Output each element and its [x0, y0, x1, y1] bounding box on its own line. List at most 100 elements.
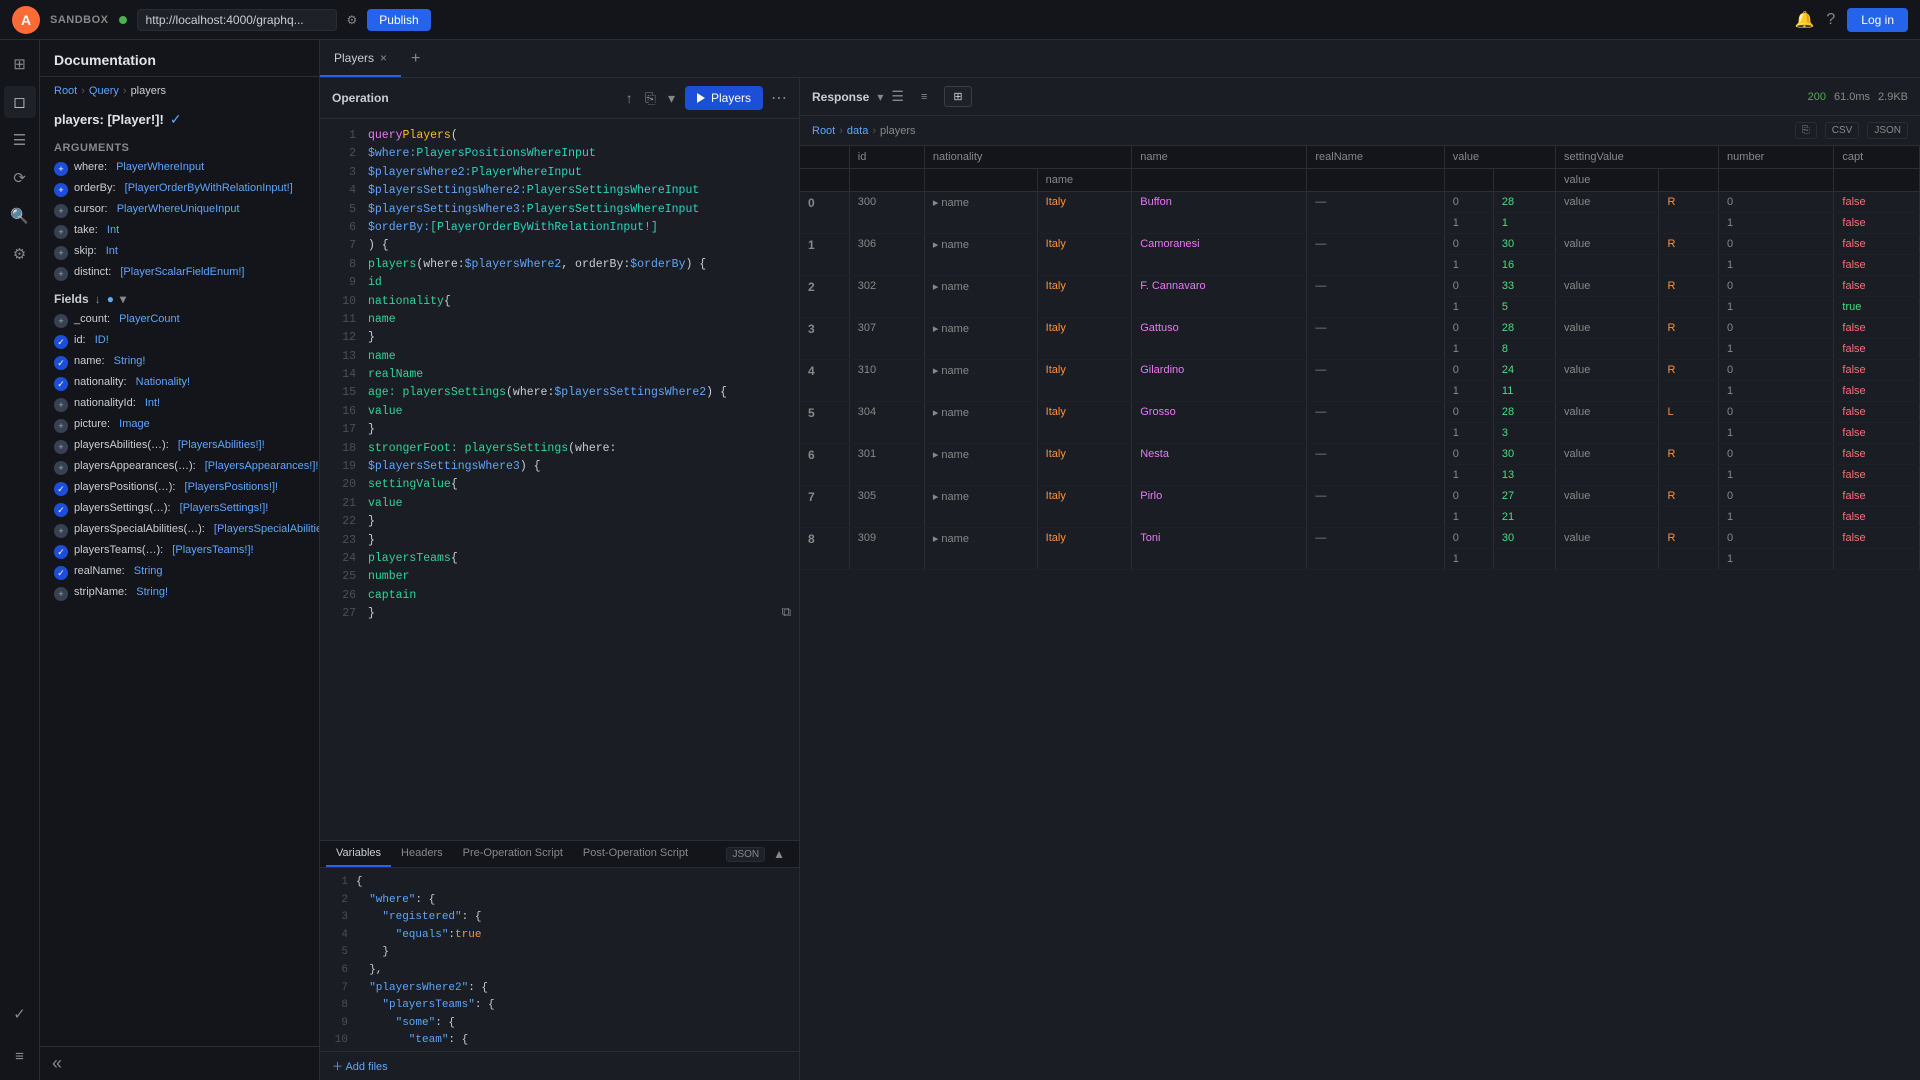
help-icon[interactable]: ? — [1826, 11, 1835, 29]
share-icon[interactable]: ↑ — [624, 88, 635, 108]
cell-name: Gattuso — [1132, 318, 1307, 360]
field-stripname: + stripName: String! — [40, 583, 319, 604]
sidebar-bottom2-btn[interactable]: ≡ — [4, 1040, 36, 1072]
cell-capt: false — [1834, 192, 1920, 213]
response-status-code: 200 — [1808, 91, 1826, 103]
cell-realname: — — [1307, 234, 1444, 276]
url-input[interactable] — [137, 9, 337, 31]
sidebar-collections-btn[interactable]: ☰ — [4, 124, 36, 156]
cell-number: 1 — [1719, 381, 1834, 402]
cell-nat-expand[interactable]: ▸ name — [924, 234, 1037, 276]
cell-row-idx: 1 — [800, 234, 849, 276]
col-header-index — [800, 146, 849, 169]
response-filter-icon[interactable]: ☰ — [891, 88, 904, 105]
tab-add-btn[interactable]: + — [401, 50, 430, 68]
tab-players[interactable]: Players × — [320, 40, 401, 77]
field-playersteams: ✓ playersTeams(…): [PlayersTeams!]! — [40, 541, 319, 562]
chevron-icon[interactable]: ▾ — [120, 292, 126, 306]
col-header-sf-settingvalue: settingValue — [1556, 146, 1719, 169]
cell-age-val: 30 — [1493, 234, 1555, 255]
arg-icon-orderby: + — [54, 183, 68, 197]
run-query-button[interactable]: Players — [685, 86, 763, 110]
cell-sf-extra — [1659, 423, 1719, 444]
tab-headers[interactable]: Headers — [391, 841, 453, 867]
resp-bc-root[interactable]: Root — [812, 125, 835, 137]
cell-number: 1 — [1719, 339, 1834, 360]
connection-status-dot — [119, 16, 127, 24]
tab-variables[interactable]: Variables — [326, 841, 391, 867]
expand-vars-icon[interactable]: ▲ — [765, 843, 793, 865]
response-list-view-btn[interactable]: ≡ — [912, 87, 936, 107]
tab-pre-op-script[interactable]: Pre-Operation Script — [453, 841, 573, 867]
resp-bc-data[interactable]: data — [847, 125, 868, 137]
sidebar-home-btn[interactable]: ⊞ — [4, 48, 36, 80]
cell-capt: false — [1834, 339, 1920, 360]
cell-nat-expand[interactable]: ▸ name — [924, 402, 1037, 444]
cell-nat-name: Italy — [1037, 444, 1132, 486]
cell-nat-expand[interactable]: ▸ name — [924, 444, 1037, 486]
field-icon-playersappearances: + — [54, 461, 68, 475]
cell-age-num: 0 — [1444, 486, 1493, 507]
cell-nat-expand[interactable]: ▸ name — [924, 360, 1037, 402]
cell-age-num: 0 — [1444, 234, 1493, 255]
sidebar-search-btn[interactable]: 🔍 — [4, 200, 36, 232]
sidebar-check-btn[interactable]: ✓ — [4, 998, 36, 1030]
table-row: 8309▸ nameItalyToni—030valueR0false — [800, 528, 1920, 549]
tab-post-op-script[interactable]: Post-Operation Script — [573, 841, 698, 867]
response-table-view-btn[interactable]: ⊞ — [944, 86, 971, 107]
copy-response-btn[interactable]: ⎘ — [1795, 122, 1817, 139]
tab-players-close[interactable]: × — [380, 51, 387, 65]
cell-nat-expand[interactable]: ▸ name — [924, 528, 1037, 570]
code-editor[interactable]: 1 query Players( 2 $where: PlayersPositi… — [320, 119, 799, 840]
arg-where: + where: PlayerWhereInput — [40, 158, 319, 179]
query-area: Operation ↑ ⎘ ▾ Players ⋯ 1 — [320, 78, 1920, 1080]
sidebar-query-btn[interactable]: ◻ — [4, 86, 36, 118]
copy-code-icon[interactable]: ⎘ — [643, 88, 658, 109]
breadcrumb-root[interactable]: Root — [54, 85, 77, 97]
json-export-btn[interactable]: JSON — [1867, 122, 1908, 139]
cell-age-val: 16 — [1493, 255, 1555, 276]
cell-nat-expand[interactable]: ▸ name — [924, 192, 1037, 234]
login-button[interactable]: Log in — [1847, 8, 1908, 32]
sidebar-collapse-btn[interactable]: « — [52, 1053, 62, 1074]
cell-sf-val: value — [1556, 402, 1659, 423]
col-subheader-age-val2 — [1493, 169, 1555, 192]
cell-nat-expand[interactable]: ▸ name — [924, 318, 1037, 360]
chevron-down-icon[interactable]: ▾ — [666, 88, 677, 109]
filter-icon[interactable]: ● — [107, 292, 114, 306]
cell-nat-expand[interactable]: ▸ name — [924, 276, 1037, 318]
response-chevron[interactable]: ▾ — [877, 90, 883, 104]
sidebar-history-btn[interactable]: ⟳ — [4, 162, 36, 194]
settings-icon[interactable]: ⚙ — [347, 13, 358, 27]
code-line-24: 24 playersTeams { — [320, 550, 799, 568]
fields-label: Fields — [54, 292, 89, 306]
cell-id: 301 — [849, 444, 924, 486]
more-options-icon[interactable]: ⋯ — [771, 88, 787, 108]
cell-sf-val: value — [1556, 234, 1659, 255]
notifications-icon[interactable]: 🔔 — [1794, 10, 1814, 30]
code-line-1: 1 query Players( — [320, 127, 799, 145]
variables-code-area[interactable]: 1{ 2 "where": { 3 "registered": { 4 "equ… — [320, 868, 799, 1051]
copy-snippet-icon[interactable]: ⧉ — [782, 603, 791, 624]
col-header-number: number — [1719, 146, 1834, 169]
breadcrumb: Root › Query › players — [40, 77, 319, 105]
add-files-row[interactable]: ＋ Add files — [320, 1051, 799, 1080]
cell-age-val: 3 — [1493, 423, 1555, 444]
field-picture: + picture: Image — [40, 415, 319, 436]
publish-button[interactable]: Publish — [367, 9, 430, 31]
cell-number: 0 — [1719, 318, 1834, 339]
cell-sf-extra — [1659, 255, 1719, 276]
fields-section: Fields ↓ ● ▾ — [40, 284, 319, 310]
cell-name: F. Cannavaro — [1132, 276, 1307, 318]
resp-bc-players: players — [880, 125, 915, 137]
breadcrumb-query[interactable]: Query — [89, 85, 119, 97]
sort-icon[interactable]: ↓ — [95, 292, 101, 306]
cell-age-num: 0 — [1444, 360, 1493, 381]
sidebar-config-btn[interactable]: ⚙ — [4, 238, 36, 270]
arg-skip: + skip: Int — [40, 242, 319, 263]
cell-sf-val: value — [1556, 192, 1659, 213]
response-table-wrap[interactable]: id nationality name realName value setti… — [800, 146, 1920, 1080]
csv-export-btn[interactable]: CSV — [1825, 122, 1860, 139]
cell-nat-expand[interactable]: ▸ name — [924, 486, 1037, 528]
cell-id: 309 — [849, 528, 924, 570]
